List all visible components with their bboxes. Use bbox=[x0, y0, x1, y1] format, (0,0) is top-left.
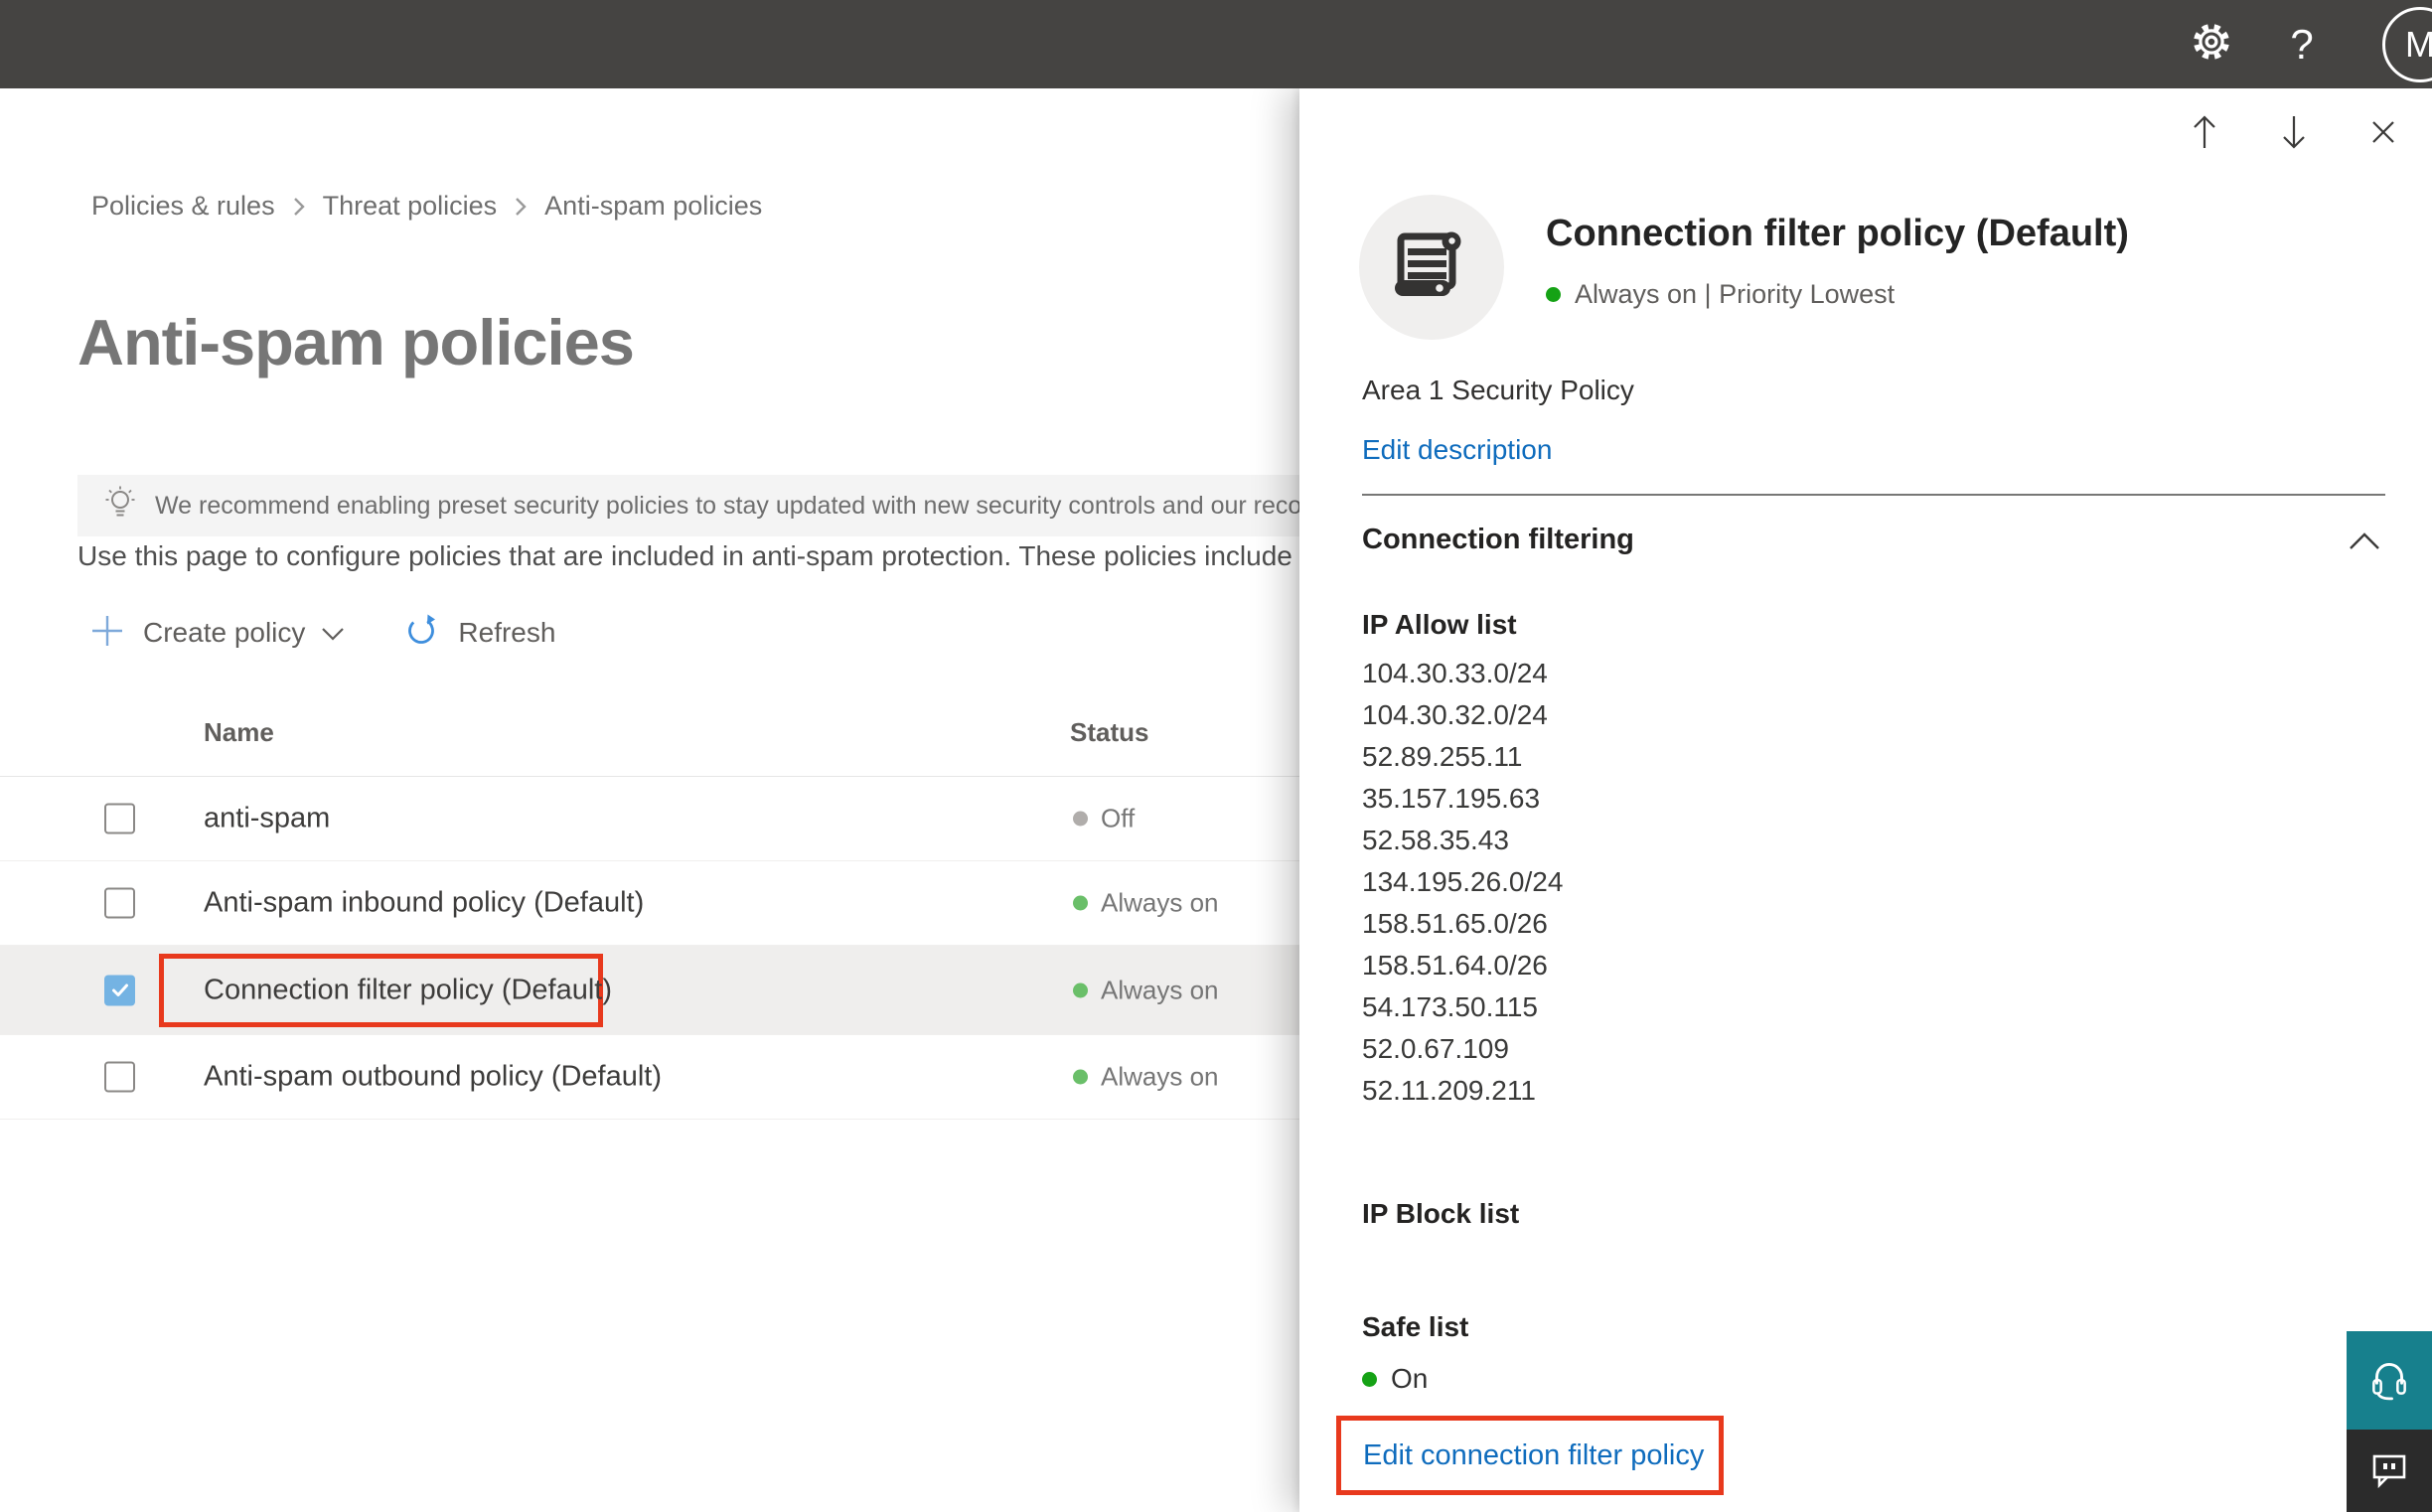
divider bbox=[1362, 494, 2385, 496]
previous-item-button[interactable] bbox=[2184, 110, 2225, 158]
help-button[interactable]: ? bbox=[2269, 0, 2335, 88]
support-button[interactable] bbox=[2347, 1331, 2432, 1430]
account-button[interactable]: M bbox=[2349, 0, 2432, 88]
policy-description: Area 1 Security Policy bbox=[1362, 375, 1634, 405]
ip-entry: 134.195.26.0/24 bbox=[1362, 866, 1564, 897]
policy-icon-badge bbox=[1359, 195, 1504, 340]
ip-block-list-label: IP Block list bbox=[1362, 1198, 1520, 1229]
ip-entry: 104.30.33.0/24 bbox=[1362, 658, 1548, 688]
row-checkbox-checked[interactable] bbox=[104, 975, 135, 1005]
status-on-dot-icon bbox=[1546, 287, 1561, 302]
breadcrumb-anti-spam-policies[interactable]: Anti-spam policies bbox=[544, 191, 762, 222]
chevron-right-icon bbox=[513, 195, 529, 219]
ip-entry: 52.58.35.43 bbox=[1362, 825, 1509, 855]
policy-details-flyout: Connection filter policy (Default) Alway… bbox=[1299, 88, 2432, 1512]
top-app-bar: ? M bbox=[0, 0, 2432, 88]
arrow-down-icon bbox=[2280, 112, 2308, 157]
feedback-button[interactable] bbox=[2347, 1430, 2432, 1512]
annotation-highlight-box: Edit connection filter policy bbox=[1336, 1416, 1724, 1495]
refresh-label: Refresh bbox=[458, 617, 556, 648]
headset-icon bbox=[2365, 1354, 2413, 1407]
status-on-dot-icon bbox=[1073, 983, 1088, 997]
ip-entry: 158.51.65.0/26 bbox=[1362, 908, 1548, 939]
breadcrumb-policies-rules[interactable]: Policies & rules bbox=[91, 191, 275, 222]
ip-allow-list: 104.30.33.0/24 104.30.32.0/24 52.89.255.… bbox=[1362, 653, 1563, 1112]
safe-list-label: Safe list bbox=[1362, 1311, 1469, 1342]
help-icon: ? bbox=[2290, 20, 2314, 68]
row-checkbox[interactable] bbox=[104, 887, 135, 919]
page-title: Anti-spam policies bbox=[77, 306, 635, 378]
safe-list-status-text: On bbox=[1391, 1363, 1429, 1394]
chat-bubble-icon bbox=[2368, 1447, 2410, 1494]
create-policy-button[interactable]: Create policy bbox=[89, 613, 345, 654]
next-item-button[interactable] bbox=[2273, 110, 2315, 158]
arrow-up-icon bbox=[2191, 112, 2218, 157]
row-checkbox[interactable] bbox=[104, 1061, 135, 1093]
ip-entry: 52.11.209.211 bbox=[1362, 1075, 1536, 1106]
scroll-policy-icon bbox=[1389, 223, 1474, 313]
page-description: Use this page to configure policies that… bbox=[77, 540, 1292, 571]
create-policy-label: Create policy bbox=[143, 617, 306, 648]
policy-name[interactable]: Connection filter policy (Default) bbox=[204, 974, 612, 1006]
status-badge: Always on bbox=[1073, 888, 1219, 919]
status-text: Always on bbox=[1101, 975, 1219, 1004]
status-text: Off bbox=[1101, 803, 1136, 833]
settings-button[interactable] bbox=[2174, 0, 2249, 88]
status-on-dot-icon bbox=[1073, 895, 1088, 911]
ip-entry: 104.30.32.0/24 bbox=[1362, 699, 1548, 730]
status-on-dot-icon bbox=[1362, 1371, 1377, 1387]
ip-entry: 35.157.195.63 bbox=[1362, 783, 1541, 814]
gear-icon bbox=[2189, 19, 2234, 70]
ip-allow-list-label: IP Allow list bbox=[1362, 609, 1517, 640]
collapse-section-button[interactable] bbox=[2348, 531, 2381, 556]
refresh-icon bbox=[402, 612, 440, 655]
banner-text: We recommend enabling preset security po… bbox=[155, 491, 1357, 520]
lightbulb-icon bbox=[103, 485, 137, 528]
column-header-name[interactable]: Name bbox=[204, 717, 274, 748]
ip-entry: 52.89.255.11 bbox=[1362, 741, 1523, 772]
policy-name[interactable]: Anti-spam outbound policy (Default) bbox=[204, 1061, 662, 1094]
flyout-status-line: Always on | Priority Lowest bbox=[1546, 279, 1895, 310]
status-badge: Always on bbox=[1073, 975, 1219, 1005]
column-header-status[interactable]: Status bbox=[1070, 717, 1148, 748]
status-text: Always on bbox=[1101, 887, 1219, 918]
chevron-right-icon bbox=[291, 195, 307, 219]
status-off-dot-icon bbox=[1073, 811, 1088, 827]
row-checkbox[interactable] bbox=[104, 803, 135, 834]
safe-list-status: On bbox=[1362, 1363, 1428, 1395]
plus-icon bbox=[89, 613, 125, 654]
chevron-up-icon bbox=[2348, 532, 2381, 555]
refresh-button[interactable]: Refresh bbox=[402, 612, 555, 655]
breadcrumb-threat-policies[interactable]: Threat policies bbox=[323, 191, 498, 222]
status-badge: Off bbox=[1073, 804, 1135, 834]
close-flyout-button[interactable] bbox=[2362, 110, 2404, 158]
policy-name[interactable]: Anti-spam inbound policy (Default) bbox=[204, 887, 644, 920]
status-badge: Always on bbox=[1073, 1062, 1219, 1093]
flyout-title: Connection filter policy (Default) bbox=[1546, 213, 2129, 254]
section-title-connection-filtering: Connection filtering bbox=[1362, 524, 1634, 555]
policy-name[interactable]: anti-spam bbox=[204, 803, 330, 835]
status-text: Always on bbox=[1101, 1061, 1219, 1092]
chevron-down-icon bbox=[321, 627, 345, 646]
flyout-status-text: Always on | Priority Lowest bbox=[1575, 279, 1896, 309]
flyout-nav bbox=[2184, 110, 2404, 158]
status-on-dot-icon bbox=[1073, 1069, 1088, 1085]
edit-connection-filter-policy-link[interactable]: Edit connection filter policy bbox=[1363, 1439, 1704, 1472]
ip-entry: 52.0.67.109 bbox=[1362, 1033, 1509, 1064]
close-icon bbox=[2368, 117, 2398, 152]
ip-entry: 54.173.50.115 bbox=[1362, 991, 1538, 1022]
edit-description-link[interactable]: Edit description bbox=[1362, 434, 1552, 466]
avatar: M bbox=[2382, 6, 2432, 82]
toolbar: Create policy Refresh bbox=[89, 605, 555, 661]
ip-entry: 158.51.64.0/26 bbox=[1362, 950, 1548, 981]
breadcrumb: Policies & rules Threat policies Anti-sp… bbox=[91, 191, 762, 222]
